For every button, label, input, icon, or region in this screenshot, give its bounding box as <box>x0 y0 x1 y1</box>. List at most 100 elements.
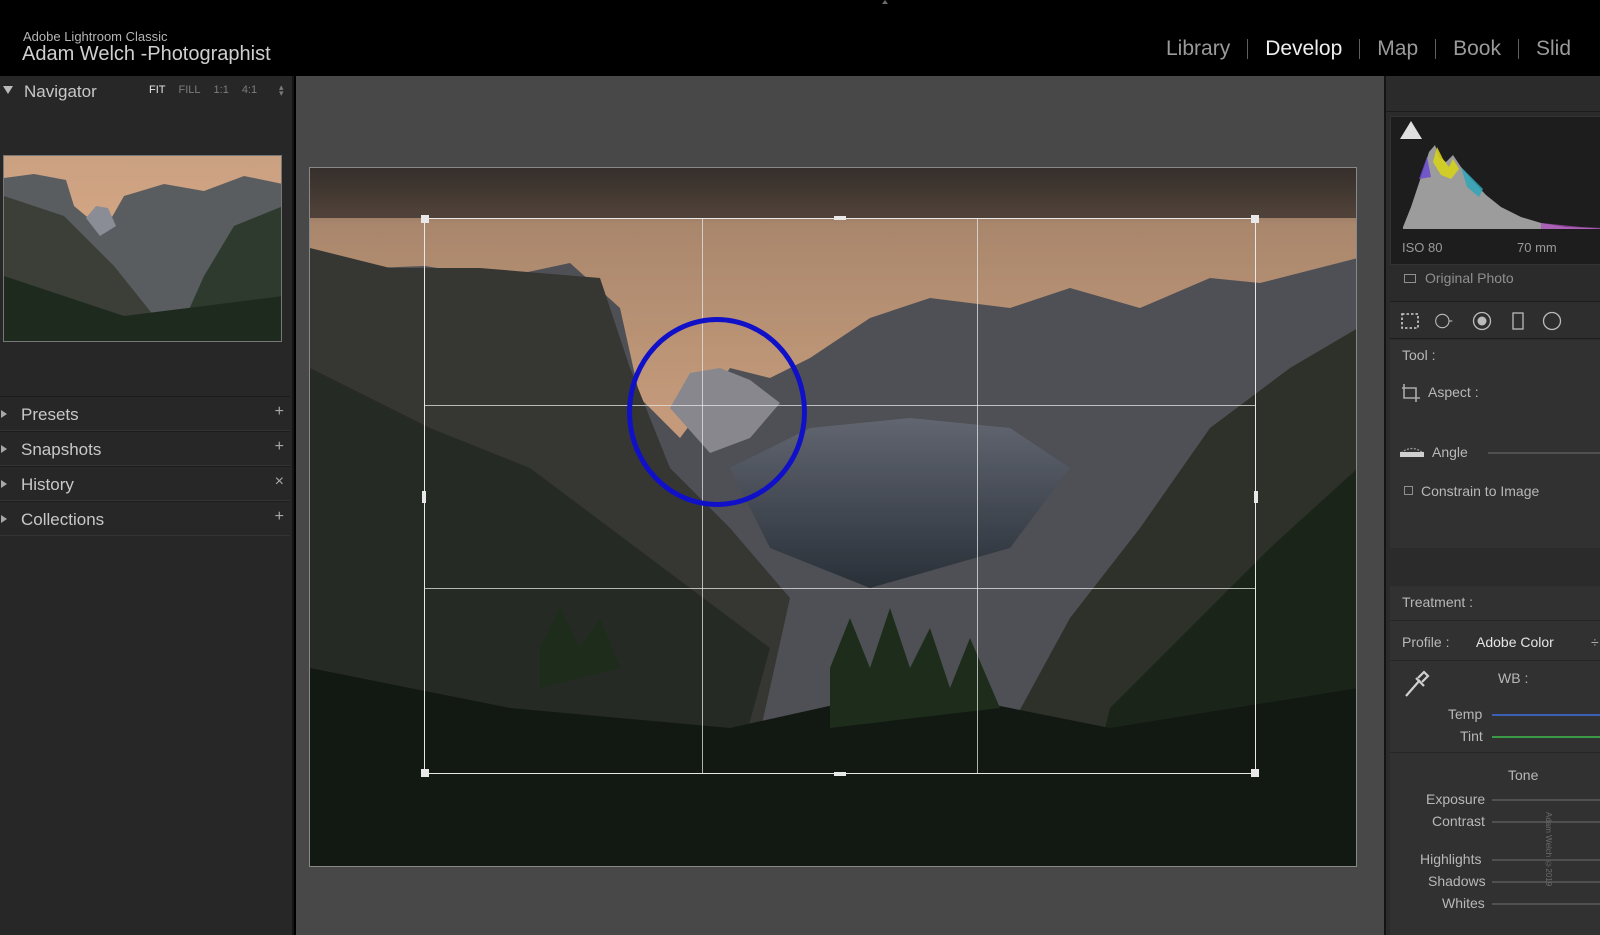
photo-watermark: Adam Welch ©2019 <box>1544 812 1553 887</box>
add-collection-icon[interactable]: + <box>275 508 284 526</box>
panel-toggle-arrow[interactable] <box>882 0 888 4</box>
add-snapshot-icon[interactable]: + <box>275 438 284 456</box>
shadow-clipping-icon[interactable] <box>1400 121 1422 139</box>
clear-history-icon[interactable]: × <box>275 473 284 491</box>
presets-label: Presets <box>21 405 79 424</box>
basic-panel: Treatment : Profile : Adobe Color ÷ WB :… <box>1390 586 1600 935</box>
crop-handle-right[interactable] <box>1254 491 1258 503</box>
snapshots-label: Snapshots <box>21 440 102 459</box>
navigator-title: Navigator <box>24 82 97 101</box>
constrain-label: Constrain to Image <box>1421 483 1540 499</box>
highlights-label: Highlights <box>1420 851 1482 867</box>
original-photo-checkbox[interactable] <box>1404 273 1416 283</box>
app-name: Adobe Lightroom Classic <box>23 29 168 44</box>
crop-grid-line <box>977 219 978 773</box>
main-photo[interactable] <box>309 167 1357 867</box>
shadows-label: Shadows <box>1428 873 1486 889</box>
profile-dropdown-icon[interactable]: ÷ <box>1591 634 1599 650</box>
zoom-4-1[interactable]: 4:1 <box>242 84 257 96</box>
whites-label: Whites <box>1442 895 1485 911</box>
white-balance-eyedropper-icon[interactable] <box>1402 668 1432 700</box>
crop-handle-top-left[interactable] <box>421 215 429 223</box>
left-panel: Navigator FIT FILL 1:1 4:1 ▴ ▾ Presets +… <box>0 76 294 935</box>
divider <box>1390 752 1600 753</box>
contrast-label: Contrast <box>1432 813 1485 829</box>
crop-tool-icon[interactable] <box>1400 311 1420 331</box>
crop-handle-bottom-right[interactable] <box>1251 769 1259 777</box>
original-photo-label: Original Photo <box>1425 270 1514 286</box>
iso-value: ISO 80 <box>1402 240 1443 255</box>
radial-filter-icon[interactable] <box>1542 311 1562 331</box>
tint-slider[interactable] <box>1492 736 1600 738</box>
zoom-options: FIT FILL 1:1 4:1 <box>149 84 257 96</box>
right-panel-topbar <box>1386 76 1600 112</box>
expand-triangle-icon[interactable] <box>1 445 7 453</box>
constrain-checkbox[interactable] <box>1404 486 1413 495</box>
crop-handle-top[interactable] <box>834 216 846 220</box>
navigator-header[interactable]: Navigator FIT FILL 1:1 4:1 ▴ ▾ <box>0 76 294 104</box>
profile-select[interactable]: Adobe Color <box>1476 634 1554 650</box>
crop-grid-line <box>425 405 1255 406</box>
tint-label: Tint <box>1460 728 1483 744</box>
navigator-preview-image <box>4 156 281 341</box>
exposure-slider[interactable] <box>1492 799 1600 801</box>
right-panel: ISO 80 70 mm Original Photo Tool : Aspec… <box>1384 76 1600 935</box>
collections-panel-header[interactable]: Collections + <box>0 501 290 536</box>
module-map[interactable]: Map <box>1377 37 1418 61</box>
identity-plate: Adam Welch -Photographist <box>22 43 271 65</box>
tone-label: Tone <box>1508 767 1539 783</box>
tool-label: Tool : <box>1402 347 1436 363</box>
module-slideshow[interactable]: Slid <box>1536 37 1571 61</box>
add-preset-icon[interactable]: + <box>275 403 284 421</box>
crop-handle-bottom[interactable] <box>834 772 846 776</box>
image-workspace <box>296 76 1384 935</box>
angle-label: Angle <box>1432 444 1468 460</box>
crop-grid-line <box>425 588 1255 589</box>
module-divider <box>1518 39 1519 59</box>
aspect-lock-icon[interactable] <box>1400 382 1422 404</box>
crop-tool-panel: Tool : Aspect : Angle Constrain to Image <box>1390 340 1600 548</box>
annotation-circle <box>627 317 807 507</box>
treatment-label: Treatment : <box>1402 594 1474 610</box>
history-panel-header[interactable]: History × <box>0 466 290 501</box>
angle-slider[interactable] <box>1488 452 1600 454</box>
graduated-filter-icon[interactable] <box>1508 311 1528 331</box>
spot-removal-icon[interactable] <box>1434 311 1454 331</box>
crop-handle-left[interactable] <box>422 491 426 503</box>
top-bar: Adobe Lightroom Classic Adam Welch -Phot… <box>0 0 1600 76</box>
zoom-1-1[interactable]: 1:1 <box>214 84 229 96</box>
module-book[interactable]: Book <box>1453 37 1501 61</box>
divider <box>1390 660 1600 661</box>
original-photo-toggle[interactable]: Original Photo <box>1404 270 1514 286</box>
zoom-fill[interactable]: FILL <box>179 84 201 96</box>
collapse-triangle-icon[interactable] <box>3 86 13 94</box>
profile-label: Profile : <box>1402 634 1450 650</box>
crop-handle-top-right[interactable] <box>1251 215 1259 223</box>
snapshots-panel-header[interactable]: Snapshots + <box>0 431 290 466</box>
module-develop[interactable]: Develop <box>1265 37 1342 61</box>
focal-length: 70 mm <box>1517 240 1557 255</box>
aspect-label: Aspect : <box>1428 384 1479 400</box>
temp-label: Temp <box>1448 706 1483 722</box>
crop-overlay[interactable] <box>421 215 1259 777</box>
collections-label: Collections <box>21 510 105 529</box>
exposure-label: Exposure <box>1426 791 1486 807</box>
expand-triangle-icon[interactable] <box>1 515 7 523</box>
divider <box>1390 620 1600 621</box>
expand-triangle-icon[interactable] <box>1 480 7 488</box>
temp-slider[interactable] <box>1492 714 1600 716</box>
whites-slider[interactable] <box>1492 903 1600 905</box>
crop-handle-bottom-left[interactable] <box>421 769 429 777</box>
module-divider <box>1359 39 1361 59</box>
module-library[interactable]: Library <box>1166 37 1230 61</box>
zoom-fit[interactable]: FIT <box>149 84 166 96</box>
navigator-preview[interactable] <box>3 155 282 342</box>
red-eye-icon[interactable] <box>1472 311 1492 331</box>
history-label: History <box>21 475 74 494</box>
presets-panel-header[interactable]: Presets + <box>0 396 290 431</box>
module-picker: Library Develop Map Book Slid <box>1166 37 1571 61</box>
module-divider <box>1435 39 1437 59</box>
expand-triangle-icon[interactable] <box>1 410 7 418</box>
straighten-tool-icon[interactable] <box>1398 443 1426 461</box>
zoom-stepper-icon[interactable]: ▴ ▾ <box>279 83 284 98</box>
